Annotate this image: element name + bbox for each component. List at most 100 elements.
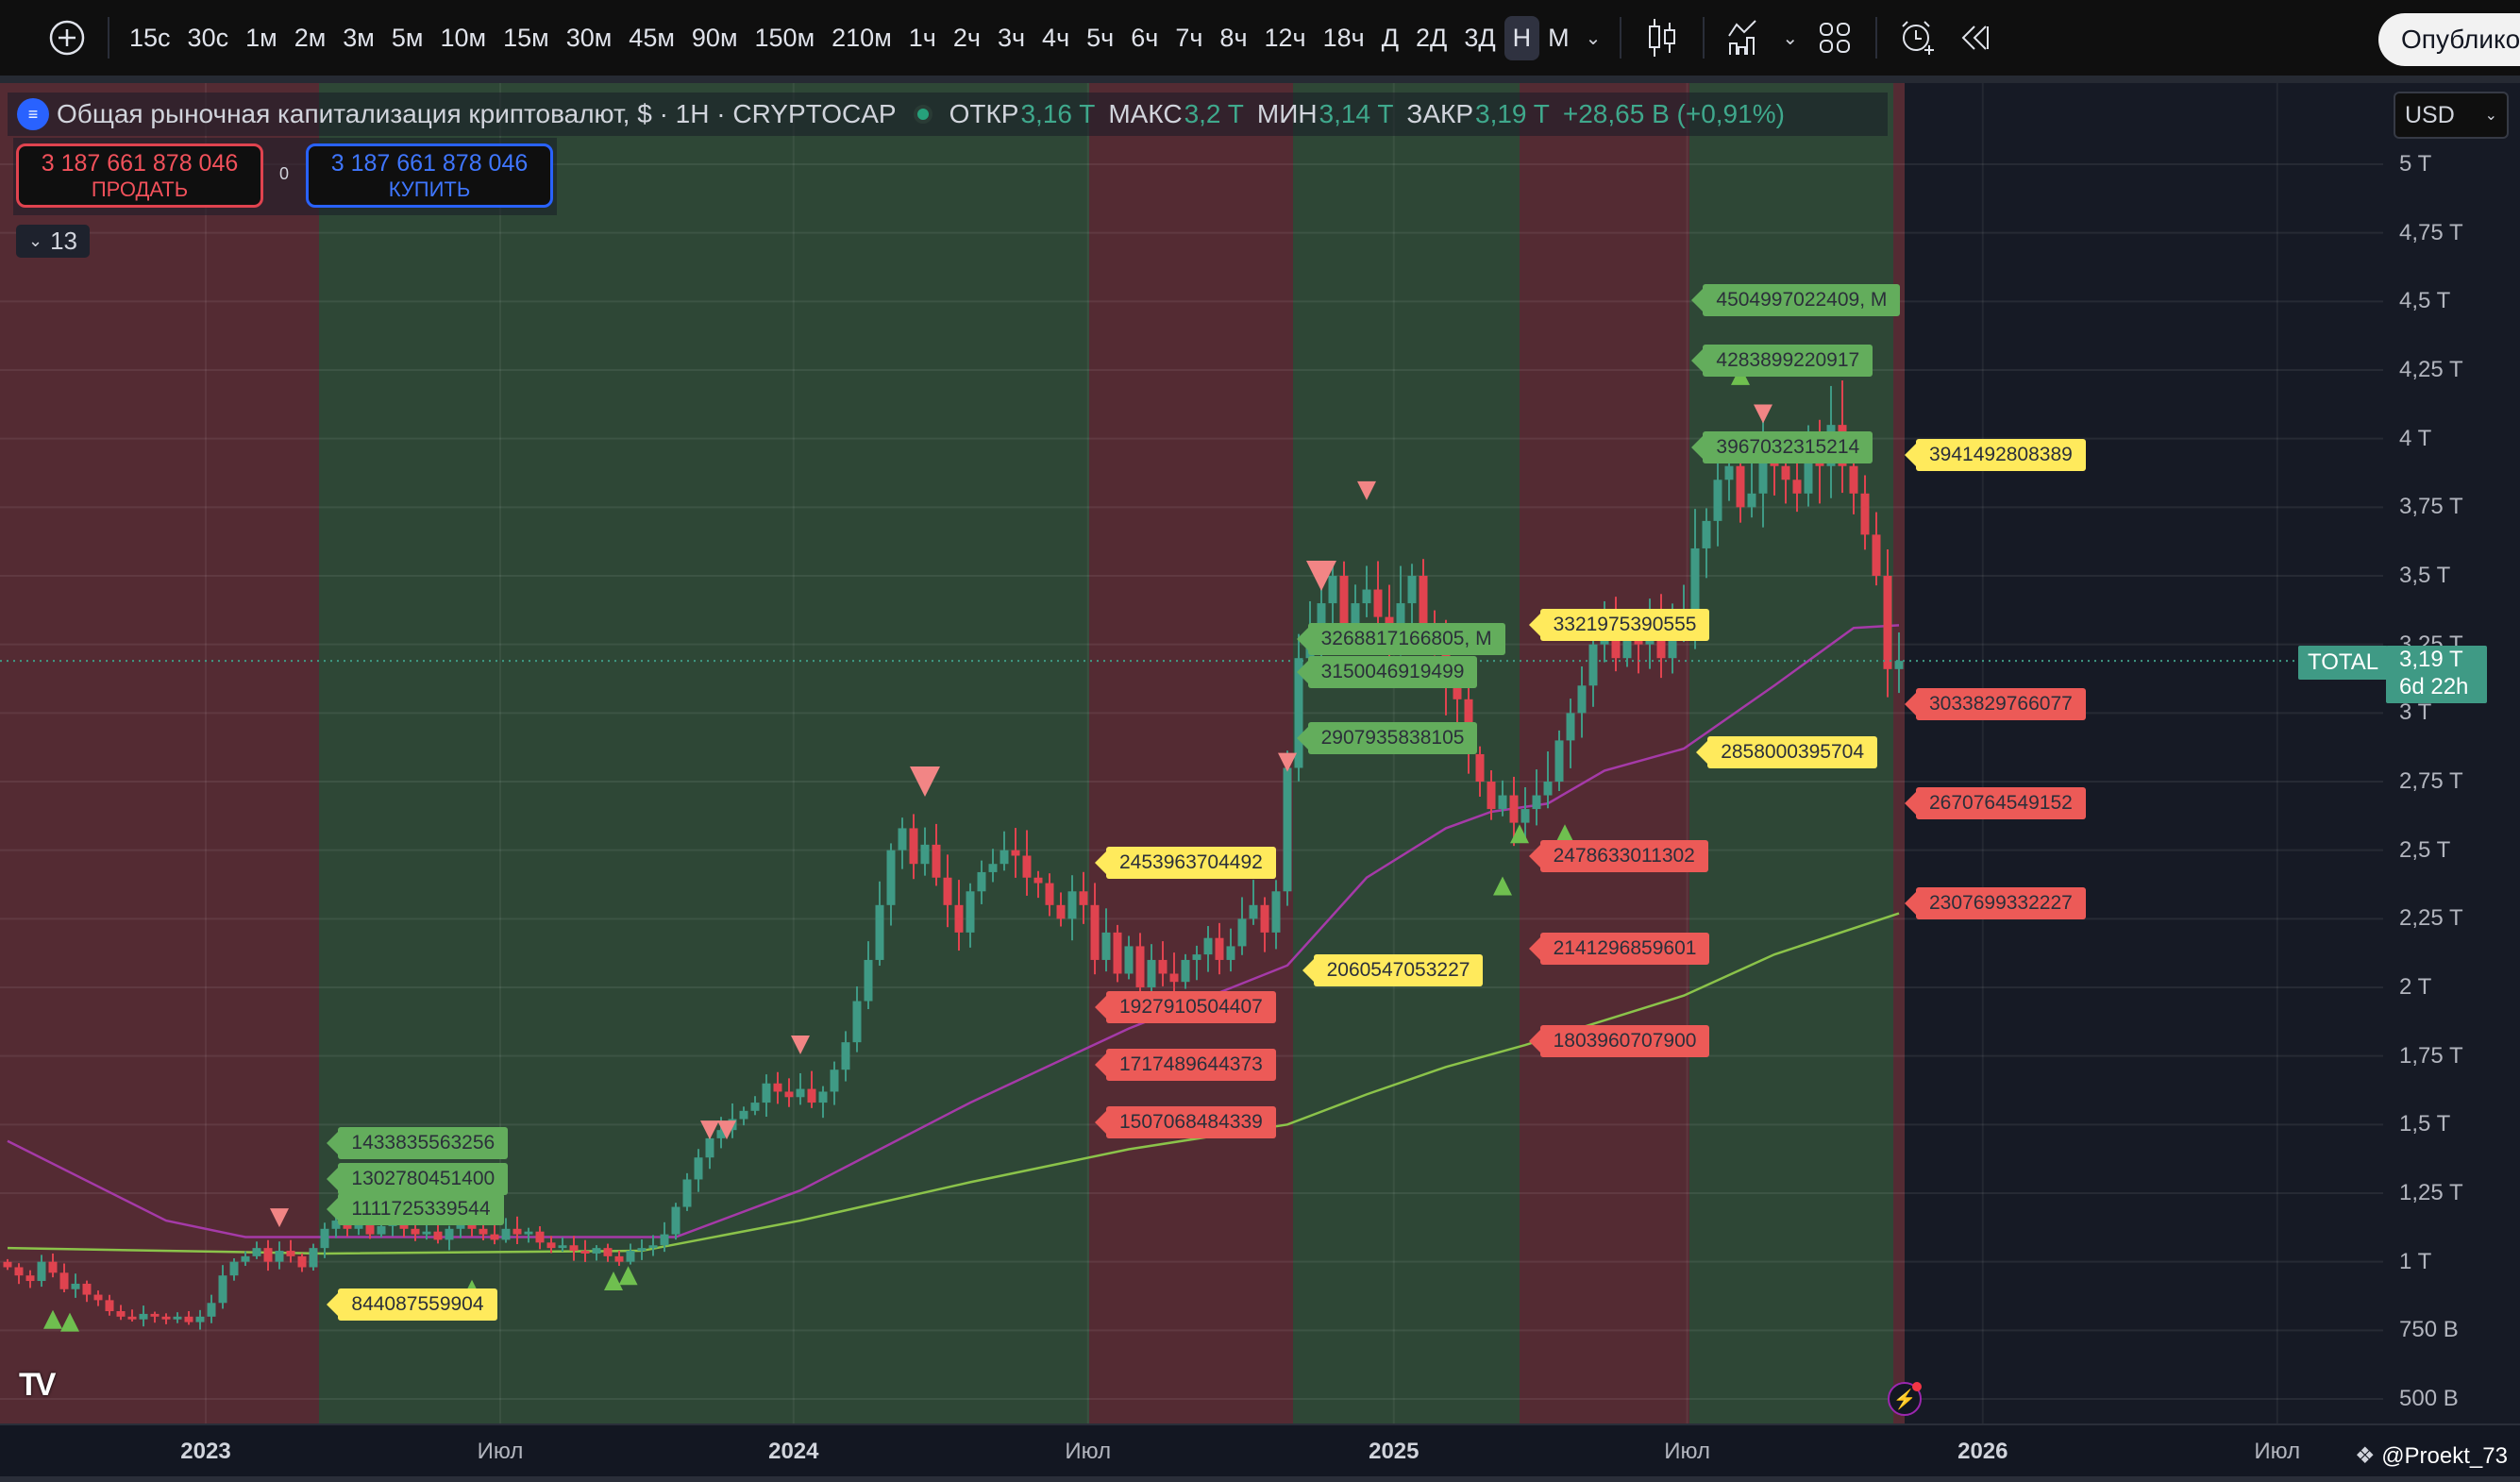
candle-body	[1272, 891, 1281, 933]
candle-body	[208, 1303, 216, 1317]
candle-body	[1102, 933, 1111, 960]
price-label: 2453963704492	[1106, 847, 1276, 879]
time-axis-tick: 2024	[768, 1439, 818, 1465]
price-chart[interactable]	[0, 0, 2520, 1482]
candle-body	[1204, 938, 1213, 954]
candle-body	[230, 1262, 239, 1276]
candle-body	[1850, 466, 1858, 494]
candle-body	[491, 1235, 499, 1240]
price-label: 2060547053227	[1314, 954, 1484, 986]
candle-body	[310, 1248, 318, 1267]
high-value: 3,2 T	[1184, 99, 1244, 129]
candle-body	[661, 1235, 669, 1246]
price-label: 3321975390555	[1540, 609, 1710, 641]
buy-button[interactable]: 3 187 661 878 046 КУПИТЬ	[306, 143, 553, 208]
candle-body	[842, 1042, 850, 1069]
candle-body	[1476, 754, 1485, 782]
candle-body	[899, 828, 907, 850]
price-label: 1433835563256	[338, 1127, 508, 1159]
candle-body	[174, 1317, 182, 1320]
candle-body	[1544, 782, 1553, 796]
candle-body	[162, 1317, 171, 1320]
candle-body	[1091, 905, 1100, 960]
last-price-tag: 3,19 T 6d 22h	[2386, 646, 2487, 703]
price-label: 2858000395704	[1707, 736, 1877, 768]
price-label: 1302780451400	[338, 1163, 508, 1195]
candle	[1114, 925, 1122, 983]
candle-body	[1284, 767, 1292, 891]
time-axis-tick: 2026	[1957, 1439, 2008, 1465]
candle-body	[683, 1179, 692, 1206]
candle	[672, 1203, 680, 1239]
candle-body	[513, 1229, 522, 1235]
candle-body	[298, 1256, 307, 1268]
candle-body	[1714, 480, 1722, 521]
candle-body	[695, 1157, 703, 1179]
author-watermark: ❖ @Proekt_73	[2355, 1442, 2508, 1470]
time-axis-tick: Июл	[1065, 1439, 1111, 1465]
candle-body	[1238, 918, 1247, 946]
price-axis-tick: 1,75 T	[2399, 1043, 2463, 1069]
candle-body	[1068, 891, 1077, 918]
candle-body	[287, 1251, 295, 1256]
candle-body	[1000, 850, 1009, 865]
candle-body	[4, 1262, 12, 1268]
candle-body	[378, 1226, 386, 1235]
candle-body	[547, 1242, 556, 1248]
price-axis-tick: 1,25 T	[2399, 1180, 2463, 1206]
candle-body	[1374, 590, 1383, 617]
price-axis-tick: 3 T	[2399, 699, 2431, 726]
candle-body	[49, 1262, 58, 1273]
candle-body	[1589, 645, 1598, 686]
zone-bear	[1089, 83, 1293, 1423]
symbol-legend[interactable]: ≡ Общая рыночная капитализация криптовал…	[8, 93, 1888, 136]
candle-body	[117, 1311, 126, 1317]
candle-body	[1703, 521, 1711, 548]
tradingview-logo[interactable]: TV	[19, 1367, 52, 1404]
candle-body	[604, 1248, 613, 1256]
open-label: ОТКР	[949, 99, 1019, 129]
candle-body	[921, 845, 930, 864]
price-axis-tick: 4,75 T	[2399, 220, 2463, 246]
candle	[1284, 750, 1292, 905]
candle-body	[751, 1103, 760, 1111]
candle-body	[423, 1232, 431, 1235]
candle-body	[1873, 534, 1881, 576]
open-value: 3,16 T	[1020, 99, 1095, 129]
price-label: 1927910504407	[1106, 991, 1276, 1023]
price-axis-tick: 2,5 T	[2399, 837, 2450, 864]
currency-select[interactable]: USD ⌄	[2394, 92, 2509, 139]
price-label: 3967032315214	[1703, 431, 1873, 463]
candle-body	[1884, 576, 1892, 669]
indicators-collapse-button[interactable]: ⌄ 13	[16, 225, 90, 258]
lightning-icon[interactable]: ⚡	[1888, 1382, 1922, 1416]
price-label: 3033829766077	[1916, 688, 2086, 720]
price-axis-tick: 5 T	[2399, 151, 2431, 177]
candle-body	[672, 1207, 680, 1235]
candle-body	[570, 1245, 579, 1251]
candle-body	[525, 1232, 533, 1235]
time-axis-tick: Июл	[1664, 1439, 1710, 1465]
candle-body	[1216, 938, 1224, 960]
chevron-down-icon: ⌄	[28, 231, 42, 251]
candle-body	[479, 1229, 488, 1235]
price-label: 4283899220917	[1703, 345, 1873, 377]
candle-body	[1748, 494, 1756, 508]
candle-body	[1193, 954, 1201, 960]
candle-body	[649, 1245, 658, 1248]
high-label: МАКС	[1108, 99, 1182, 129]
price-axis-tick: 2,25 T	[2399, 905, 2463, 932]
symbol-tag: TOTAL	[2298, 646, 2388, 680]
time-axis-border	[0, 1423, 2520, 1425]
candle-body	[706, 1138, 714, 1157]
candle-body	[1012, 850, 1020, 856]
candle-body	[1250, 905, 1258, 919]
candle-body	[740, 1111, 748, 1120]
time-axis-tick: Июл	[478, 1439, 524, 1465]
candle-body	[966, 891, 975, 933]
sell-button[interactable]: 3 187 661 878 046 ПРОДАТЬ	[16, 143, 263, 208]
candle-body	[1182, 960, 1190, 982]
candle-body	[1329, 576, 1337, 603]
candle-body	[1170, 973, 1179, 982]
candle-body	[1861, 494, 1870, 535]
